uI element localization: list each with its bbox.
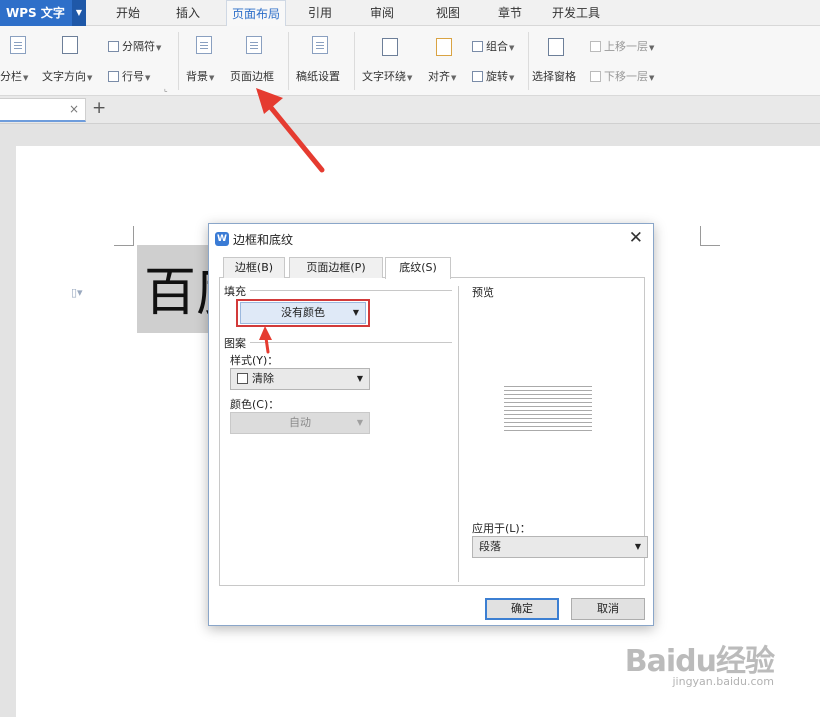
baidu-watermark: Baidu经验 <box>624 644 775 679</box>
baidu-watermark-url: jingyan.baidu.com <box>672 675 774 688</box>
arrow-to-fill <box>259 326 272 354</box>
arrow-to-page-border <box>256 88 325 173</box>
annotation-arrows <box>256 88 325 354</box>
